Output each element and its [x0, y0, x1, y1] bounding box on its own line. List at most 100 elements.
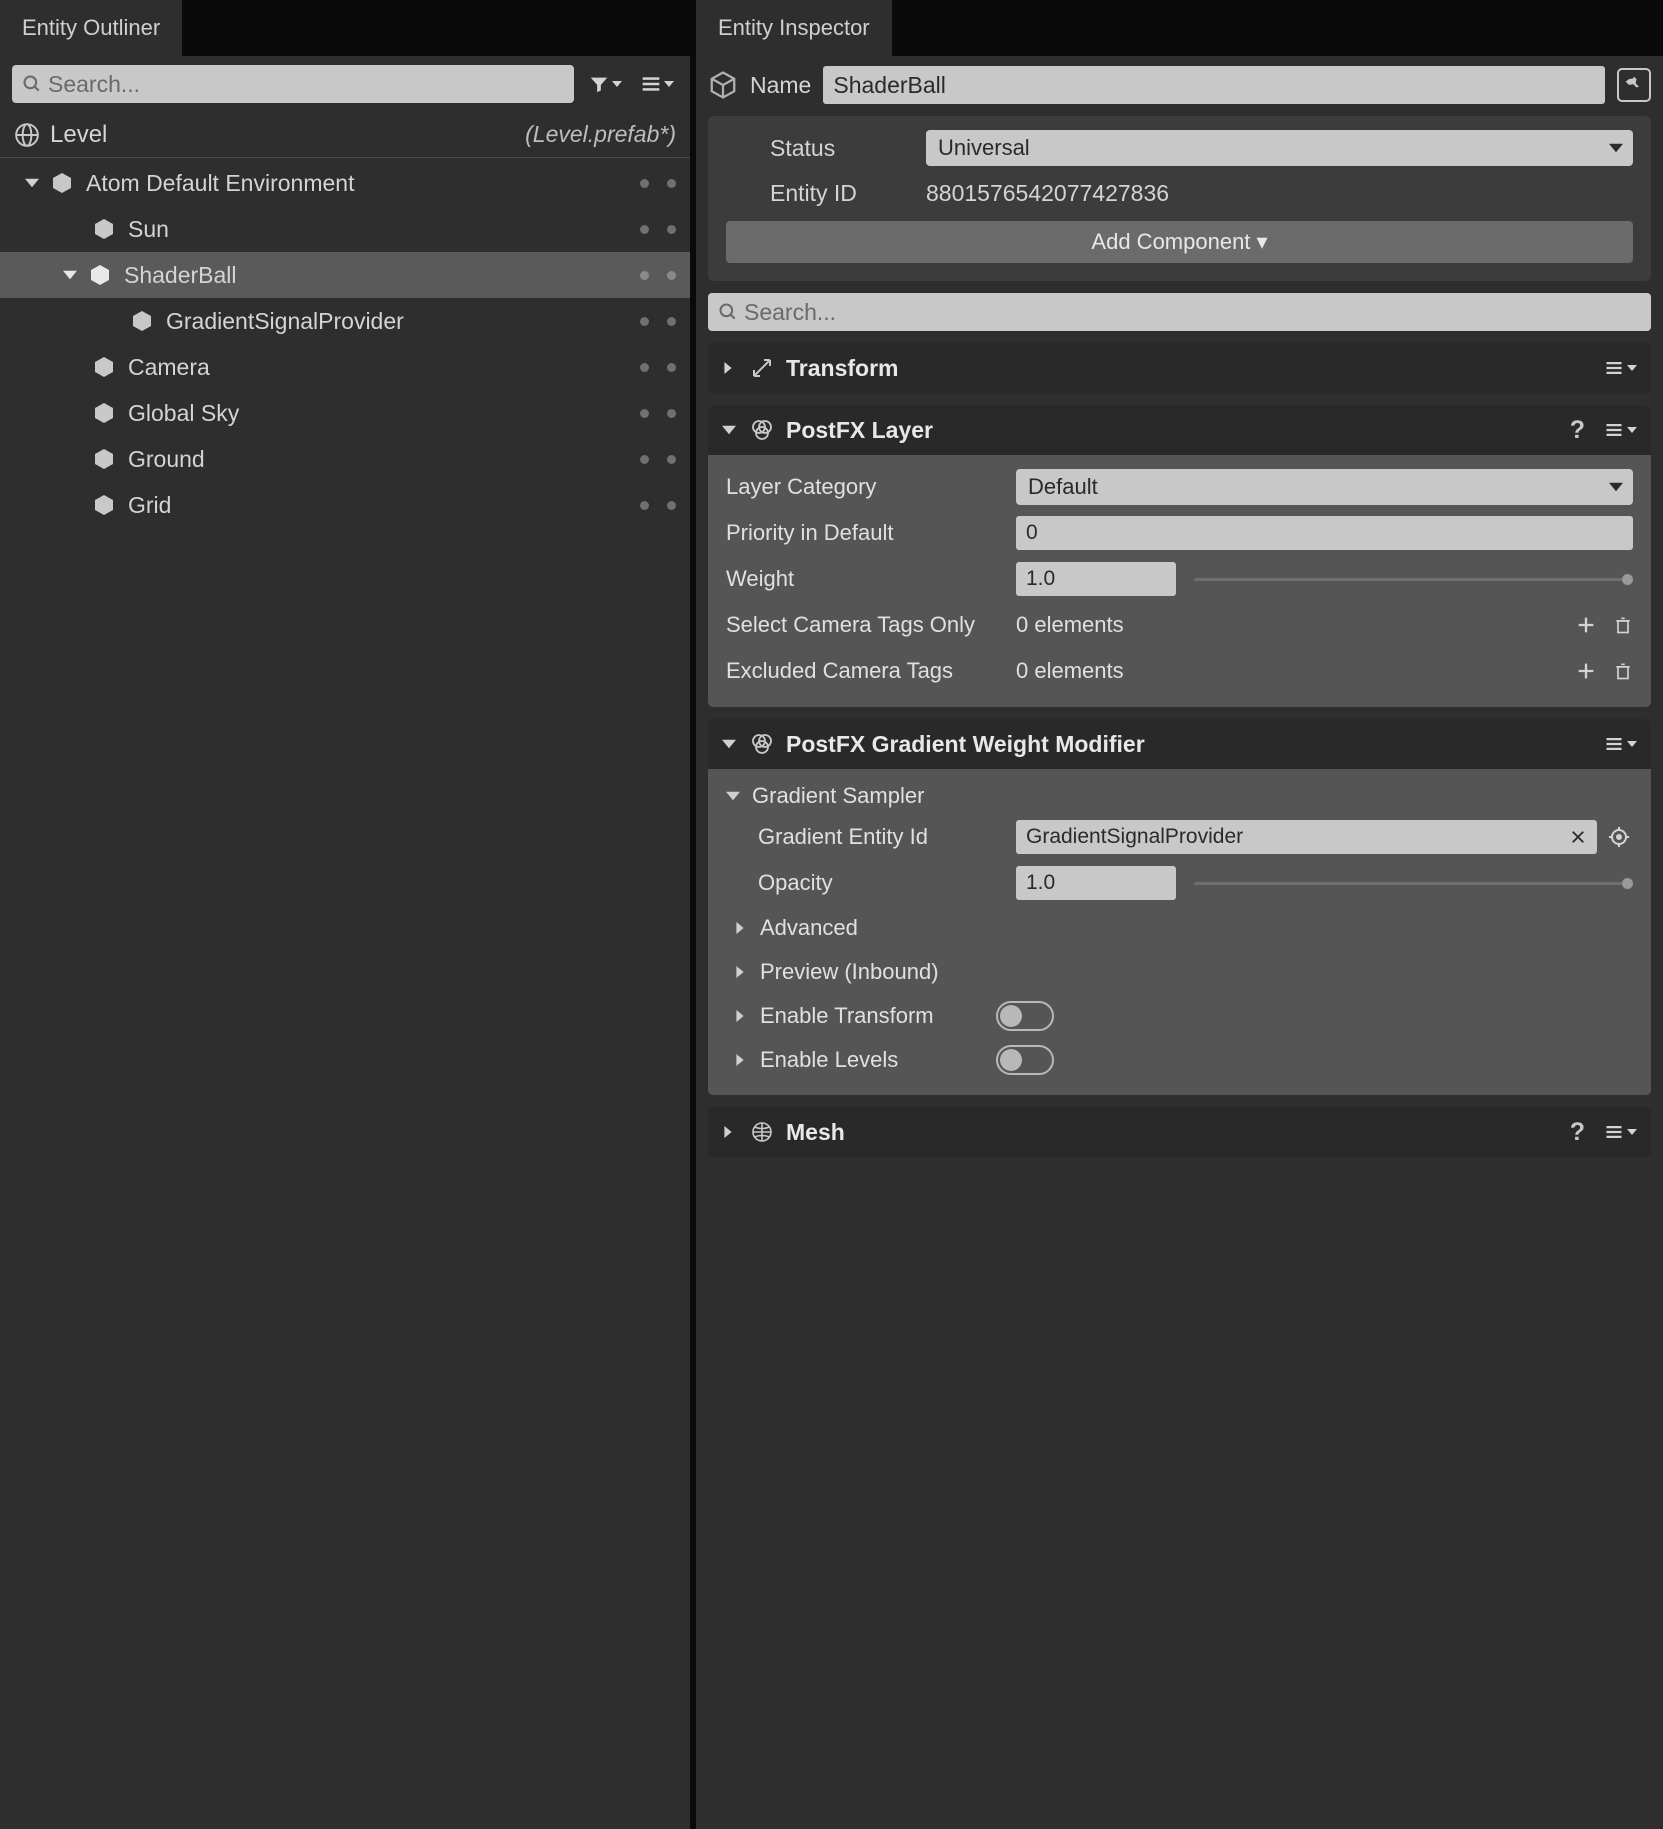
advanced-row[interactable]: Advanced [726, 911, 1633, 945]
expand-caret-icon[interactable] [722, 737, 738, 751]
cube-icon [92, 401, 116, 425]
cube-icon [88, 263, 112, 287]
row-indicators [640, 225, 676, 234]
expander-icon[interactable] [22, 176, 42, 190]
layer-category-row: Layer Category Default [726, 469, 1633, 505]
pin-button[interactable] [1617, 68, 1651, 102]
search-icon [718, 302, 738, 322]
weight-slider[interactable] [1194, 578, 1633, 581]
outliner-search-input[interactable] [42, 71, 564, 98]
add-component-button[interactable]: Add Component ▾ [726, 221, 1633, 263]
trash-icon[interactable] [1613, 614, 1633, 636]
component-menu-button[interactable] [1603, 735, 1637, 753]
expand-caret-icon[interactable] [722, 423, 738, 437]
clear-icon[interactable] [1569, 828, 1587, 846]
layer-category-dropdown[interactable]: Default [1016, 469, 1633, 505]
outliner-tab[interactable]: Entity Outliner [0, 0, 184, 56]
select-tags-row: Select Camera Tags Only 0 elements [726, 607, 1633, 643]
entity-outliner-panel: Entity Outliner Level (Level.prefab*) At… [0, 0, 690, 1829]
component-title: Transform [786, 355, 1591, 382]
tree-label: Sun [128, 216, 169, 243]
entity-info-block: Status Universal Entity ID 8801576542077… [708, 116, 1651, 281]
status-label: Status [726, 135, 926, 162]
target-button[interactable] [1605, 823, 1633, 851]
inspector-tab-bar: Entity Inspector [696, 0, 1663, 56]
gradient-entity-input[interactable]: GradientSignalProvider [1016, 820, 1597, 854]
row-indicators [640, 363, 676, 372]
outliner-menu-button[interactable] [636, 70, 678, 98]
opacity-row: Opacity [726, 865, 1633, 901]
row-indicators [640, 501, 676, 510]
weight-row: Weight [726, 561, 1633, 597]
component-body: Layer Category Default Priority in Defau… [708, 455, 1651, 707]
status-dropdown[interactable]: Universal [926, 130, 1633, 166]
outliner-tab-bar: Entity Outliner [0, 0, 690, 56]
level-label: Level [50, 121, 107, 149]
inspector-tab[interactable]: Entity Inspector [696, 0, 894, 56]
component-header[interactable]: Mesh ? [708, 1107, 1651, 1157]
search-input-container [12, 65, 574, 103]
inspector-search-input[interactable] [738, 299, 1641, 326]
enable-transform-row: Enable Transform [726, 999, 1633, 1033]
component-title: Mesh [786, 1119, 1558, 1146]
tree-label: Atom Default Environment [86, 170, 354, 197]
component-menu-button[interactable] [1603, 421, 1637, 439]
tree-row-grid[interactable]: Grid [0, 482, 690, 528]
entity-id-value: 8801576542077427836 [926, 180, 1169, 207]
gradient-sampler-label: Gradient Sampler [752, 783, 924, 809]
component-header[interactable]: PostFX Gradient Weight Modifier [708, 719, 1651, 769]
select-tags-value: 0 elements [1016, 612, 1124, 638]
gradient-entity-row: Gradient Entity Id GradientSignalProvide… [726, 819, 1633, 855]
cube-icon [92, 355, 116, 379]
enable-levels-label: Enable Levels [760, 1047, 986, 1073]
name-row: Name [708, 66, 1651, 104]
component-postfx-layer: PostFX Layer ? Layer Category Default Pr… [708, 405, 1651, 707]
tree-label: Global Sky [128, 400, 239, 427]
tree-row-shaderball[interactable]: ShaderBall [0, 252, 690, 298]
enable-levels-toggle[interactable] [996, 1045, 1054, 1075]
tree-row-atom-default-environment[interactable]: Atom Default Environment [0, 160, 690, 206]
weight-input[interactable] [1016, 562, 1176, 596]
tree-row-sun[interactable]: Sun [0, 206, 690, 252]
row-indicators [640, 409, 676, 418]
preview-row[interactable]: Preview (Inbound) [726, 955, 1633, 989]
cube-icon [92, 447, 116, 471]
add-icon[interactable] [1575, 614, 1597, 636]
component-header[interactable]: PostFX Layer ? [708, 405, 1651, 455]
priority-input[interactable] [1016, 516, 1633, 550]
entity-name-input[interactable] [823, 66, 1605, 104]
component-menu-button[interactable] [1603, 1123, 1637, 1141]
help-button[interactable]: ? [1570, 1118, 1585, 1147]
layer-category-value: Default [1028, 474, 1098, 500]
expand-caret-icon[interactable] [726, 789, 742, 803]
tree-row-global-sky[interactable]: Global Sky [0, 390, 690, 436]
search-input-container [708, 293, 1651, 331]
opacity-slider[interactable] [1194, 882, 1633, 885]
enable-transform-toggle[interactable] [996, 1001, 1054, 1031]
expand-caret-icon[interactable] [722, 1126, 738, 1138]
opacity-input[interactable] [1016, 866, 1176, 900]
trash-icon[interactable] [1613, 660, 1633, 682]
cube-icon [92, 217, 116, 241]
tree-label: Ground [128, 446, 205, 473]
component-menu-button[interactable] [1603, 359, 1637, 377]
filter-button[interactable] [584, 69, 626, 99]
cube-icon [130, 309, 154, 333]
mesh-icon [750, 1120, 774, 1144]
priority-label: Priority in Default [726, 520, 1016, 546]
component-header[interactable]: Transform [708, 343, 1651, 393]
row-indicators [640, 179, 676, 188]
expander-icon[interactable] [60, 268, 80, 282]
add-icon[interactable] [1575, 660, 1597, 682]
tree-row-camera[interactable]: Camera [0, 344, 690, 390]
gradient-sampler-header[interactable]: Gradient Sampler [726, 783, 1633, 809]
expand-caret-icon[interactable] [722, 362, 738, 374]
help-button[interactable]: ? [1570, 416, 1585, 445]
tree-row-gradientsignalprovider[interactable]: GradientSignalProvider [0, 298, 690, 344]
menu-icon [640, 74, 662, 94]
caret-down-icon [612, 79, 622, 89]
tree-row-ground[interactable]: Ground [0, 436, 690, 482]
level-row[interactable]: Level (Level.prefab*) [0, 112, 690, 158]
caret-down-icon [664, 79, 674, 89]
name-label: Name [750, 72, 811, 99]
